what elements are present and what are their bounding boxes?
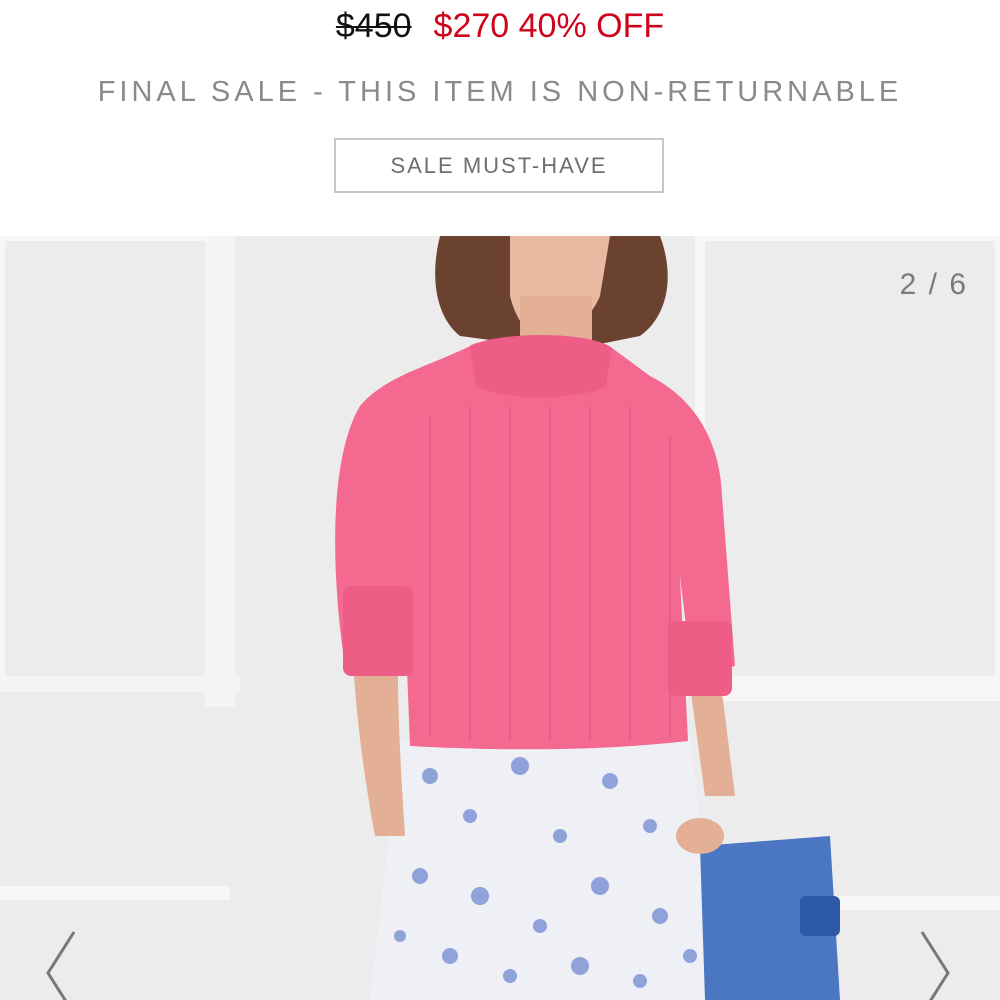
image-counter: 2 / 6 bbox=[899, 268, 968, 301]
price-row: $450 $270 40% OFF bbox=[0, 2, 1000, 50]
product-photo bbox=[0, 236, 1000, 1000]
final-sale-notice: FINAL SALE - THIS ITEM IS NON-RETURNABLE bbox=[97, 76, 903, 108]
chevron-right-icon bbox=[920, 931, 950, 1000]
product-image-gallery[interactable]: 2 / 6 bbox=[0, 236, 1000, 1000]
chevron-left-icon bbox=[46, 931, 76, 1000]
sale-must-have-badge: SALE MUST-HAVE bbox=[334, 138, 664, 193]
previous-image-button[interactable] bbox=[40, 928, 84, 1000]
next-image-button[interactable] bbox=[916, 928, 960, 1000]
discount-label: 40% OFF bbox=[518, 7, 665, 45]
sale-price: $270 bbox=[433, 7, 510, 45]
original-price: $450 bbox=[335, 7, 412, 45]
